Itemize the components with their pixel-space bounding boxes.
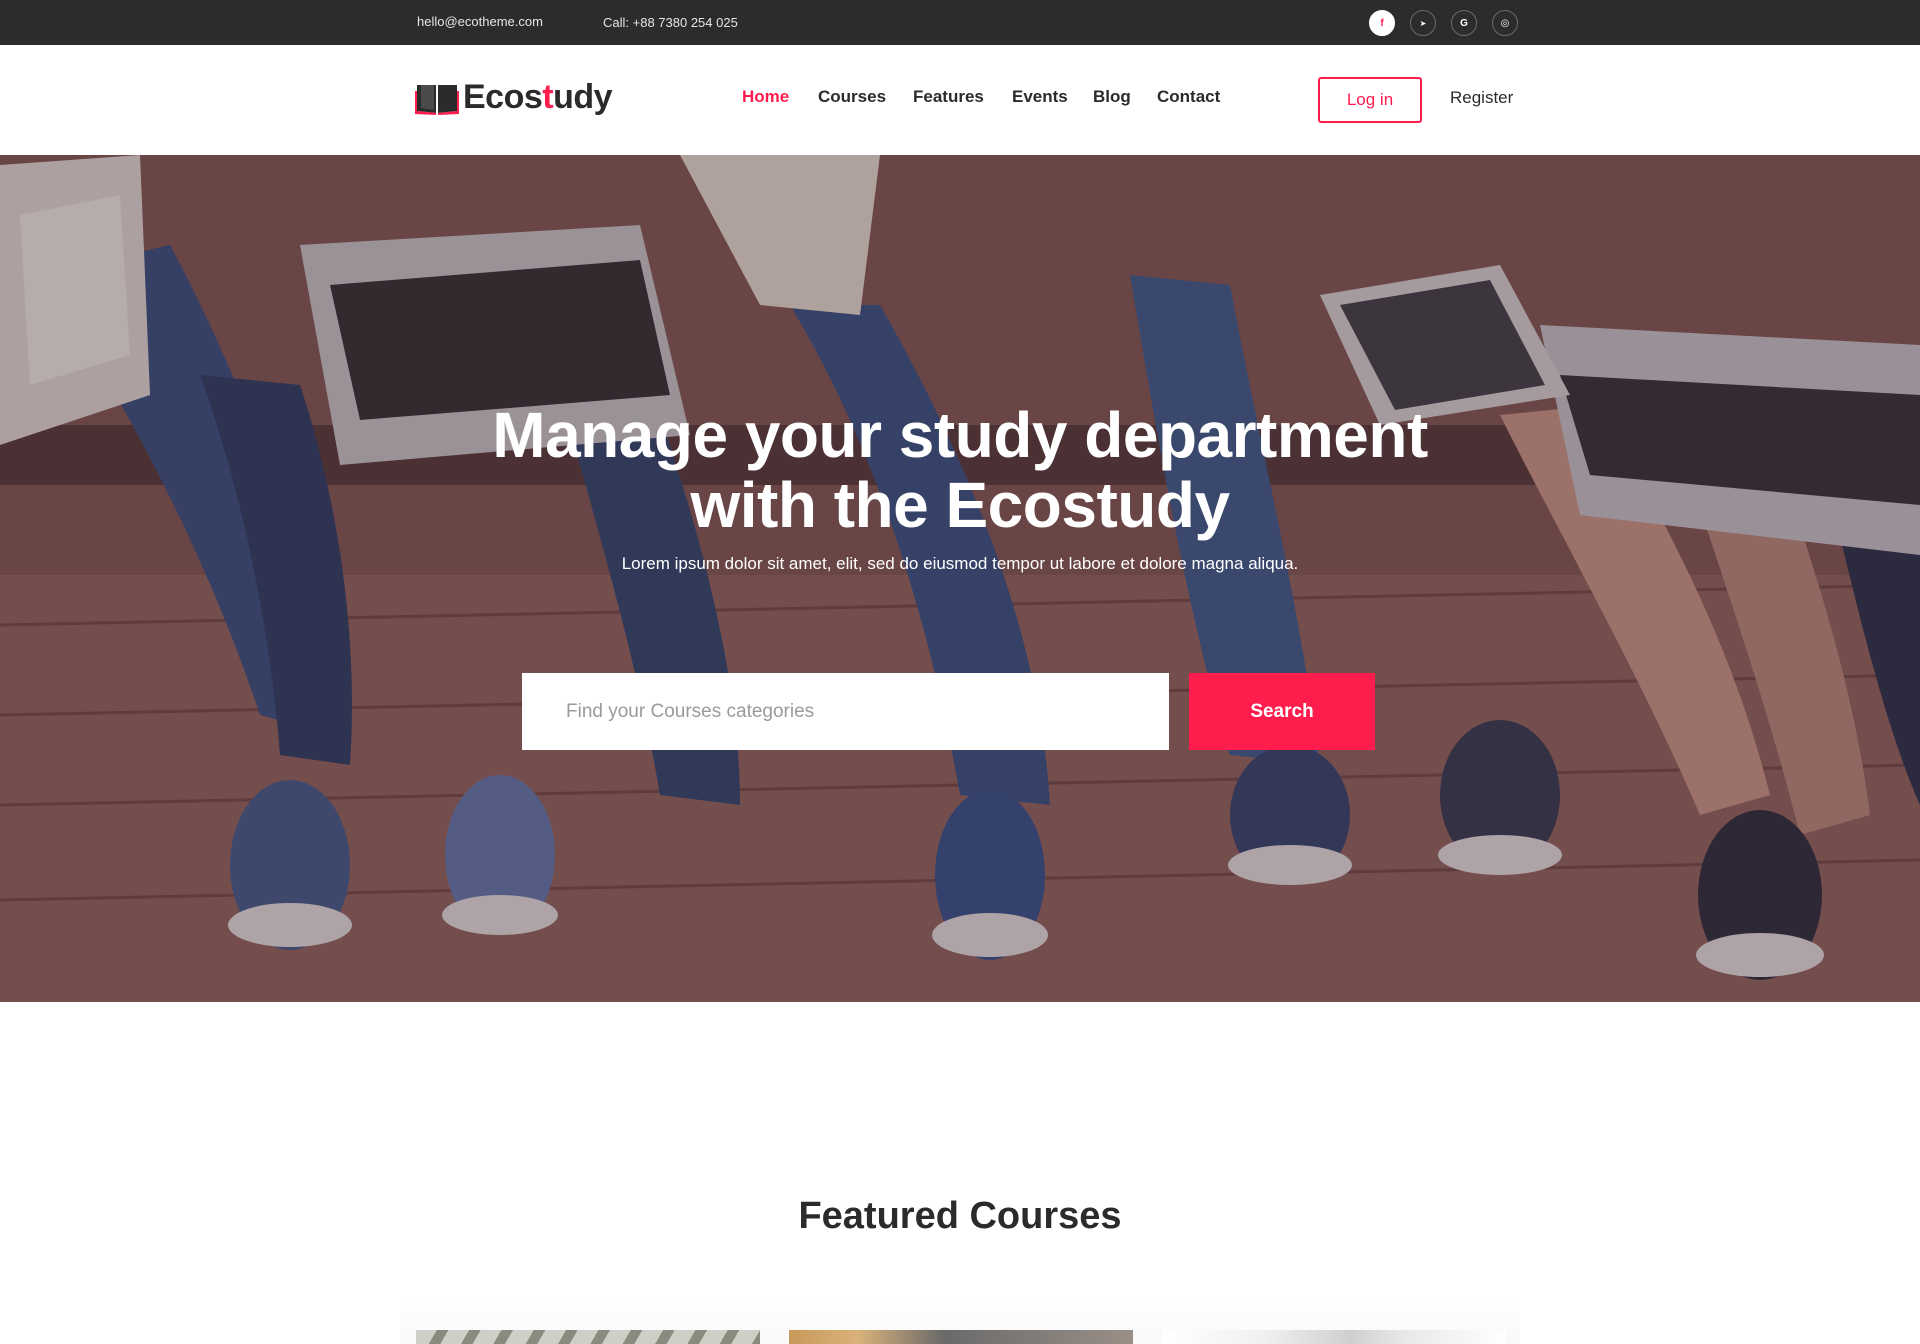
search-button[interactable]: Search [1189,673,1375,750]
course-card-image[interactable] [416,1330,760,1344]
instagram-icon[interactable]: ◎ [1492,10,1518,36]
book-logo-icon [415,82,459,115]
contact-email[interactable]: hello@ecotheme.com [417,14,543,29]
nav-home[interactable]: Home [742,87,789,107]
nav-events[interactable]: Events [1012,87,1068,107]
hero-subtitle: Lorem ipsum dolor sit amet, elit, sed do… [621,554,1299,573]
course-search-input[interactable] [522,673,1169,750]
featured-courses-heading: Featured Courses [798,1195,1122,1237]
hero-title: Manage your study department with the Ec… [492,399,1428,541]
nav-blog[interactable]: Blog [1093,87,1131,107]
facebook-icon[interactable]: f [1369,10,1395,36]
contact-phone: Call: +88 7380 254 025 [603,15,738,30]
register-link[interactable]: Register [1450,88,1513,108]
hero-overlay [0,155,1920,1002]
logo-text: Ecostudy [463,77,613,116]
nav-courses[interactable]: Courses [818,87,886,107]
nav-features[interactable]: Features [913,87,984,107]
course-card-image[interactable] [789,1330,1133,1344]
hero-section: Manage your study department with the Ec… [0,155,1920,1002]
top-bar: hello@ecotheme.com Call: +88 7380 254 02… [0,0,1920,45]
site-header: Ecostudy Home Courses Features Events Bl… [0,45,1920,155]
login-button[interactable]: Log in [1318,77,1422,123]
twitter-icon[interactable]: ➤ [1410,10,1436,36]
google-icon[interactable]: G [1451,10,1477,36]
site-logo[interactable]: Ecostudy [415,77,613,117]
nav-contact[interactable]: Contact [1157,87,1220,107]
course-card-image[interactable] [1162,1330,1506,1344]
